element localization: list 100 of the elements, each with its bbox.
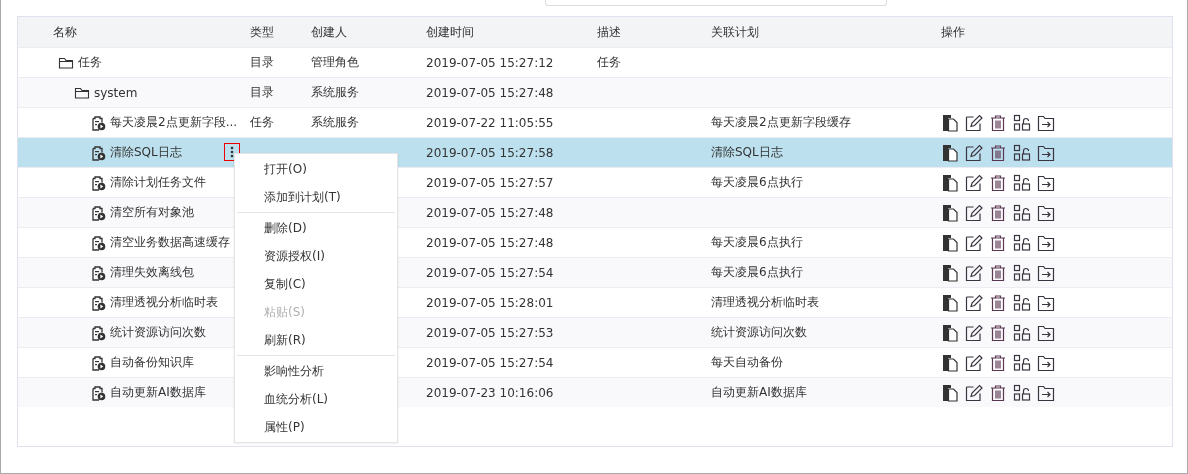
plan-cell: 清理透视分析临时表 <box>711 295 819 309</box>
copy-icon[interactable] <box>941 353 959 372</box>
permission-icon[interactable] <box>1013 293 1031 312</box>
task-name: 清除计划任务文件 <box>110 174 206 191</box>
date-cell: 2019-07-05 15:27:48 <box>426 235 554 250</box>
table-row[interactable]: system 目录 系统服务 2019-07-05 15:27:48 <box>18 77 1172 107</box>
plan-cell: 每天自动备份 <box>711 355 783 369</box>
copy-icon[interactable] <box>941 323 959 342</box>
menu-item[interactable]: 属性(P) <box>235 413 397 441</box>
trash-icon[interactable] <box>989 353 1007 372</box>
move-icon[interactable] <box>1037 203 1055 222</box>
trash-icon[interactable] <box>989 233 1007 252</box>
permission-icon[interactable] <box>1013 173 1031 192</box>
creator-cell: 系统服务 <box>311 85 359 99</box>
move-icon[interactable] <box>1037 353 1055 372</box>
column-header: 创建人 <box>311 23 348 41</box>
move-icon[interactable] <box>1037 263 1055 282</box>
task-name: system <box>94 85 138 100</box>
copy-icon[interactable] <box>941 173 959 192</box>
trash-icon[interactable] <box>989 323 1007 342</box>
move-icon[interactable] <box>1037 383 1055 402</box>
task-name: 清理失效离线包 <box>110 264 194 281</box>
copy-icon[interactable] <box>941 203 959 222</box>
permission-icon[interactable] <box>1013 353 1031 372</box>
date-cell: 2019-07-05 15:27:57 <box>426 175 554 190</box>
move-icon[interactable] <box>1037 323 1055 342</box>
move-icon[interactable] <box>1037 143 1055 162</box>
date-cell: 2019-07-23 10:16:06 <box>426 385 554 400</box>
task-name: 清空业务数据高速缓存 <box>110 234 230 251</box>
clipboard-play-icon <box>90 204 106 221</box>
edit-icon[interactable] <box>965 203 983 222</box>
permission-icon[interactable] <box>1013 203 1031 222</box>
copy-icon[interactable] <box>941 143 959 162</box>
trash-icon[interactable] <box>989 203 1007 222</box>
creator-cell: 系统服务 <box>311 115 359 129</box>
type-cell: 任务 <box>250 115 274 129</box>
column-header: 关联计划 <box>711 23 760 41</box>
move-icon[interactable] <box>1037 293 1055 312</box>
date-cell: 2019-07-05 15:27:48 <box>426 85 554 100</box>
edit-icon[interactable] <box>965 113 983 132</box>
task-name: 每天凌晨2点更新字段... <box>110 114 238 131</box>
clipboard-play-icon <box>90 114 106 131</box>
copy-icon[interactable] <box>941 113 959 132</box>
copy-icon[interactable] <box>941 263 959 282</box>
move-icon[interactable] <box>1037 113 1055 132</box>
permission-icon[interactable] <box>1013 113 1031 132</box>
task-name: 清理透视分析临时表 <box>110 294 218 311</box>
task-name: 清空所有对象池 <box>110 204 194 221</box>
copy-icon[interactable] <box>941 293 959 312</box>
date-cell: 2019-07-05 15:27:48 <box>426 205 554 220</box>
task-name: 统计资源访问次数 <box>110 324 206 341</box>
clipboard-play-icon <box>90 264 106 281</box>
edit-icon[interactable] <box>965 323 983 342</box>
column-header: 操作 <box>941 23 966 41</box>
permission-icon[interactable] <box>1013 323 1031 342</box>
clipboard-play-icon <box>90 234 106 251</box>
copy-icon[interactable] <box>941 383 959 402</box>
trash-icon[interactable] <box>989 293 1007 312</box>
task-name: 清除SQL日志 <box>110 144 182 161</box>
copy-icon[interactable] <box>941 233 959 252</box>
plan-cell: 统计资源访问次数 <box>711 325 807 339</box>
permission-icon[interactable] <box>1013 143 1031 162</box>
date-cell: 2019-07-05 15:28:01 <box>426 295 554 310</box>
input-field[interactable] <box>545 0 887 6</box>
edit-icon[interactable] <box>965 143 983 162</box>
permission-icon[interactable] <box>1013 383 1031 402</box>
edit-icon[interactable] <box>965 383 983 402</box>
move-icon[interactable] <box>1037 233 1055 252</box>
date-cell: 2019-07-05 15:27:12 <box>426 55 554 70</box>
edit-icon[interactable] <box>965 233 983 252</box>
permission-icon[interactable] <box>1013 263 1031 282</box>
description-cell: 任务 <box>597 55 621 69</box>
type-cell: 目录 <box>250 55 274 69</box>
clipboard-play-icon <box>90 354 106 371</box>
task-name: 任务 <box>78 54 102 71</box>
trash-icon[interactable] <box>989 143 1007 162</box>
clipboard-play-icon <box>90 144 106 161</box>
edit-icon[interactable] <box>965 293 983 312</box>
date-cell: 2019-07-05 15:27:54 <box>426 265 554 280</box>
plan-cell: 清除SQL日志 <box>711 145 783 159</box>
permission-icon[interactable] <box>1013 233 1031 252</box>
edit-icon[interactable] <box>965 173 983 192</box>
plan-cell: 自动更新AI数据库 <box>711 385 807 399</box>
edit-icon[interactable] <box>965 353 983 372</box>
move-icon[interactable] <box>1037 173 1055 192</box>
date-cell: 2019-07-05 15:27:58 <box>426 145 554 160</box>
task-name: 自动更新AI数据库 <box>110 384 206 401</box>
plan-cell: 每天凌晨2点更新字段缓存 <box>711 115 851 129</box>
trash-icon[interactable] <box>989 173 1007 192</box>
creator-cell: 管理角色 <box>311 55 359 69</box>
plan-cell: 每天凌晨6点执行 <box>711 235 803 249</box>
trash-icon[interactable] <box>989 263 1007 282</box>
trash-icon[interactable] <box>989 383 1007 402</box>
trash-icon[interactable] <box>989 113 1007 132</box>
more-icon <box>230 146 234 158</box>
edit-icon[interactable] <box>965 263 983 282</box>
type-cell: 目录 <box>250 85 274 99</box>
column-header: 描述 <box>597 23 622 41</box>
clipboard-play-icon <box>90 324 106 341</box>
task-name: 自动备份知识库 <box>110 354 194 371</box>
